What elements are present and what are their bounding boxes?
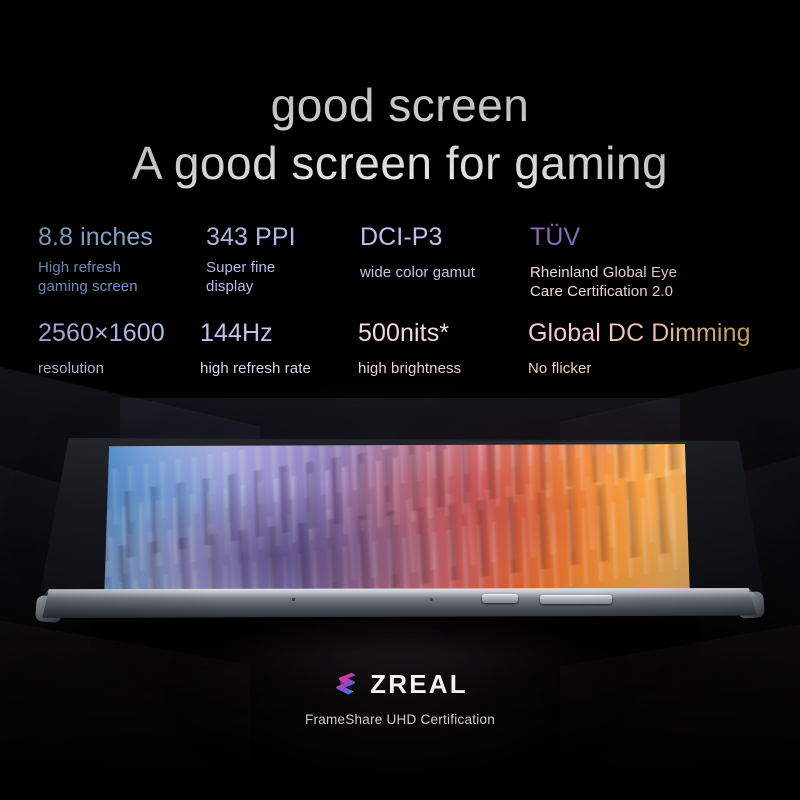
spec-title-color-gamut: DCI-P3 <box>360 223 443 251</box>
spec-title-ppi: 343 PPI <box>206 223 296 251</box>
spec-item-screen-size: 8.8 inches High refresh gaming screen <box>38 222 153 296</box>
spec-sub-brightness: high brightness <box>358 360 462 377</box>
spec-sub-dc-dimming: No flicker <box>528 360 592 377</box>
certification-caption: FrameShare UHD Certification <box>304 712 496 727</box>
spec-item-resolution: 2560×1600 resolution <box>38 318 165 378</box>
microphone-hole-right <box>430 598 433 601</box>
spec-item-dc-dimming: Global DC Dimming No flicker <box>528 318 751 378</box>
brand-name: ZREAL <box>370 669 468 699</box>
zreal-z-logo-icon <box>336 672 357 695</box>
spec-title-refresh-rate: 144Hz <box>200 319 273 347</box>
spec-sub-ppi-1: Super fine <box>206 259 276 276</box>
spec-title-screen-size: 8.8 inches <box>38 223 153 251</box>
spec-sub-screen-size-1: High refresh <box>38 259 121 276</box>
spec-sub-screen-size-2: gaming screen <box>38 278 138 295</box>
product-poster: good screen A good screen for gaming 8.8… <box>0 0 800 800</box>
spec-item-ppi: 343 PPI Super fine display <box>206 222 296 296</box>
display-glass-sheen <box>104 444 690 592</box>
spec-sub-tuv-1: Rheinland Global Eye <box>530 264 678 281</box>
certification-footer: ZREAL FrameShare UHD Certification <box>0 666 800 728</box>
spec-row-2: 2560×1600 resolution 144Hz high refresh … <box>0 318 800 400</box>
spec-sub-refresh-rate: high refresh rate <box>200 360 311 377</box>
spec-item-brightness: 500nits* high brightness <box>358 318 461 378</box>
spec-grid: 8.8 inches High refresh gaming screen 34… <box>0 222 800 400</box>
brand-logo: ZREAL <box>0 666 800 702</box>
power-button[interactable] <box>482 594 518 603</box>
spec-item-tuv: TÜV Rheinland Global Eye Care Certificat… <box>530 222 677 301</box>
spec-sub-tuv-2: Care Certification 2.0 <box>530 283 674 300</box>
spec-title-resolution: 2560×1600 <box>38 319 165 347</box>
spec-sub-color-gamut: wide color gamut <box>360 264 475 281</box>
spec-title-dc-dimming: Global DC Dimming <box>528 319 751 347</box>
spec-sub-resolution: resolution <box>38 360 105 377</box>
tablet-device <box>30 438 770 638</box>
spec-item-color-gamut: DCI-P3 wide color gamut <box>360 222 475 282</box>
spec-title-tuv: TÜV <box>530 223 581 251</box>
tablet-chassis <box>42 588 758 618</box>
spec-row-1: 8.8 inches High refresh gaming screen 34… <box>0 222 800 314</box>
tablet-display <box>104 444 690 592</box>
volume-rocker[interactable] <box>540 595 612 604</box>
spec-item-refresh-rate: 144Hz high refresh rate <box>200 318 311 378</box>
spec-sub-ppi-2: display <box>206 278 254 295</box>
microphone-hole-left <box>292 598 295 601</box>
spec-title-brightness: 500nits* <box>358 319 450 347</box>
